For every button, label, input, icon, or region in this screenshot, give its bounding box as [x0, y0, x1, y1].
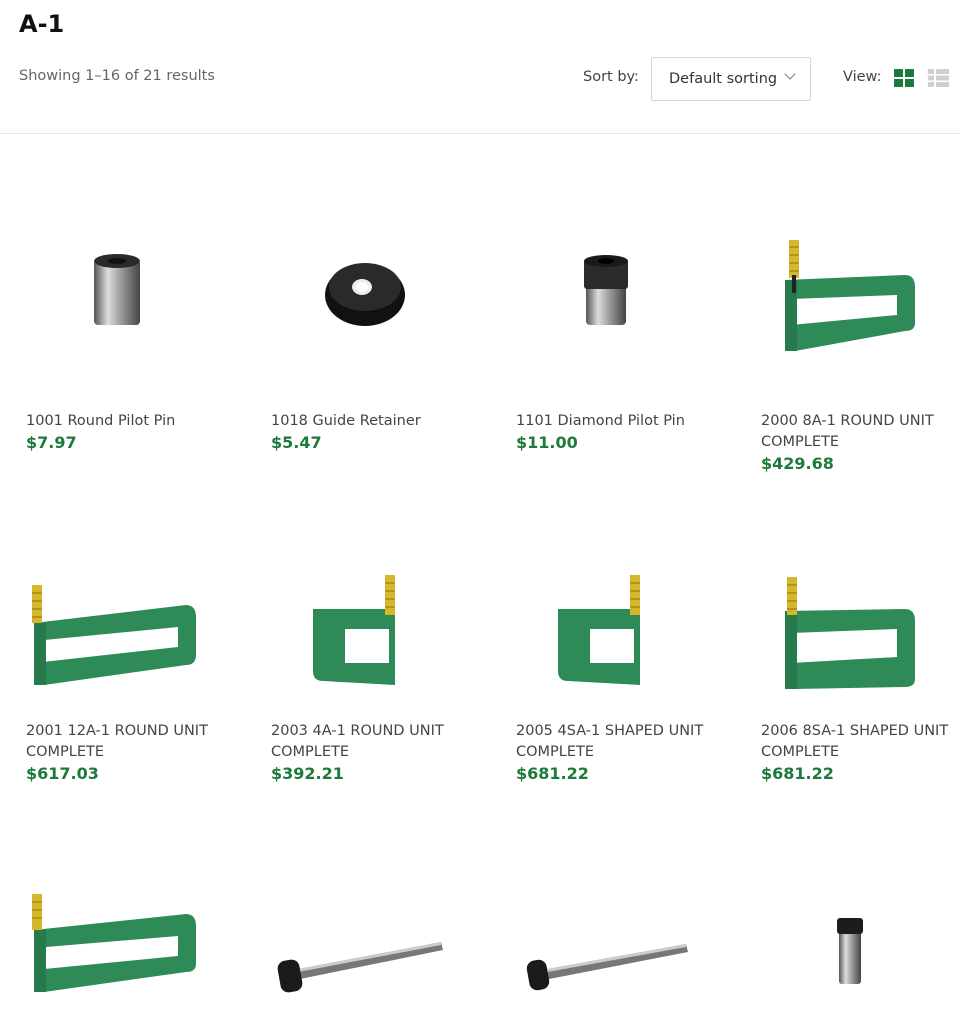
view-label: View: — [843, 69, 882, 85]
round-unit-12a1-image[interactable] — [20, 505, 230, 695]
punch-shaft-image[interactable] — [265, 830, 475, 1020]
product-price: $429.68 — [761, 454, 834, 473]
pilot-pin-image[interactable] — [755, 830, 959, 1020]
sort-label: Sort by: — [583, 69, 639, 85]
product-price: $681.22 — [761, 764, 834, 783]
shaped-unit-4sa1-image[interactable] — [510, 505, 720, 695]
round-pilot-pin-image[interactable] — [20, 195, 230, 385]
header-divider — [0, 133, 959, 134]
product-price: $681.22 — [516, 764, 589, 783]
punch-shaft-image[interactable] — [510, 830, 720, 1020]
product-name[interactable]: 2005 4SA-1 SHAPED UNIT COMPLETE — [516, 721, 716, 763]
product-name[interactable]: 2001 12A-1 ROUND UNIT COMPLETE — [26, 721, 226, 763]
round-unit-8a1-image[interactable] — [755, 195, 959, 385]
diamond-pilot-pin-image[interactable] — [510, 195, 720, 385]
sort-select[interactable]: Default sorting — [651, 57, 811, 101]
result-count: Showing 1–16 of 21 results — [19, 68, 215, 84]
product-price: $7.97 — [26, 433, 77, 452]
product-name[interactable]: 1001 Round Pilot Pin — [26, 411, 226, 432]
sort-select-value: Default sorting — [669, 71, 778, 87]
guide-retainer-image[interactable] — [265, 195, 475, 385]
product-name[interactable]: 1101 Diamond Pilot Pin — [516, 411, 716, 432]
product-name[interactable]: 2006 8SA-1 SHAPED UNIT COMPLETE — [761, 721, 959, 763]
round-unit-4a1-image[interactable] — [265, 505, 475, 695]
product-name[interactable]: 2003 4A-1 ROUND UNIT COMPLETE — [271, 721, 471, 763]
product-price: $11.00 — [516, 433, 578, 452]
product-name[interactable]: 1018 Guide Retainer — [271, 411, 471, 432]
shaped-unit-8sa1-image[interactable] — [755, 505, 959, 695]
product-price: $5.47 — [271, 433, 322, 452]
page-title: A-1 — [19, 10, 65, 38]
chevron-down-icon — [784, 68, 796, 80]
grid-view-icon[interactable] — [894, 69, 914, 87]
list-view-icon[interactable] — [928, 69, 949, 87]
product-name[interactable]: 2000 8A-1 ROUND UNIT COMPLETE — [761, 411, 959, 453]
product-price: $392.21 — [271, 764, 344, 783]
round-unit-image[interactable] — [20, 830, 230, 1020]
product-price: $617.03 — [26, 764, 99, 783]
